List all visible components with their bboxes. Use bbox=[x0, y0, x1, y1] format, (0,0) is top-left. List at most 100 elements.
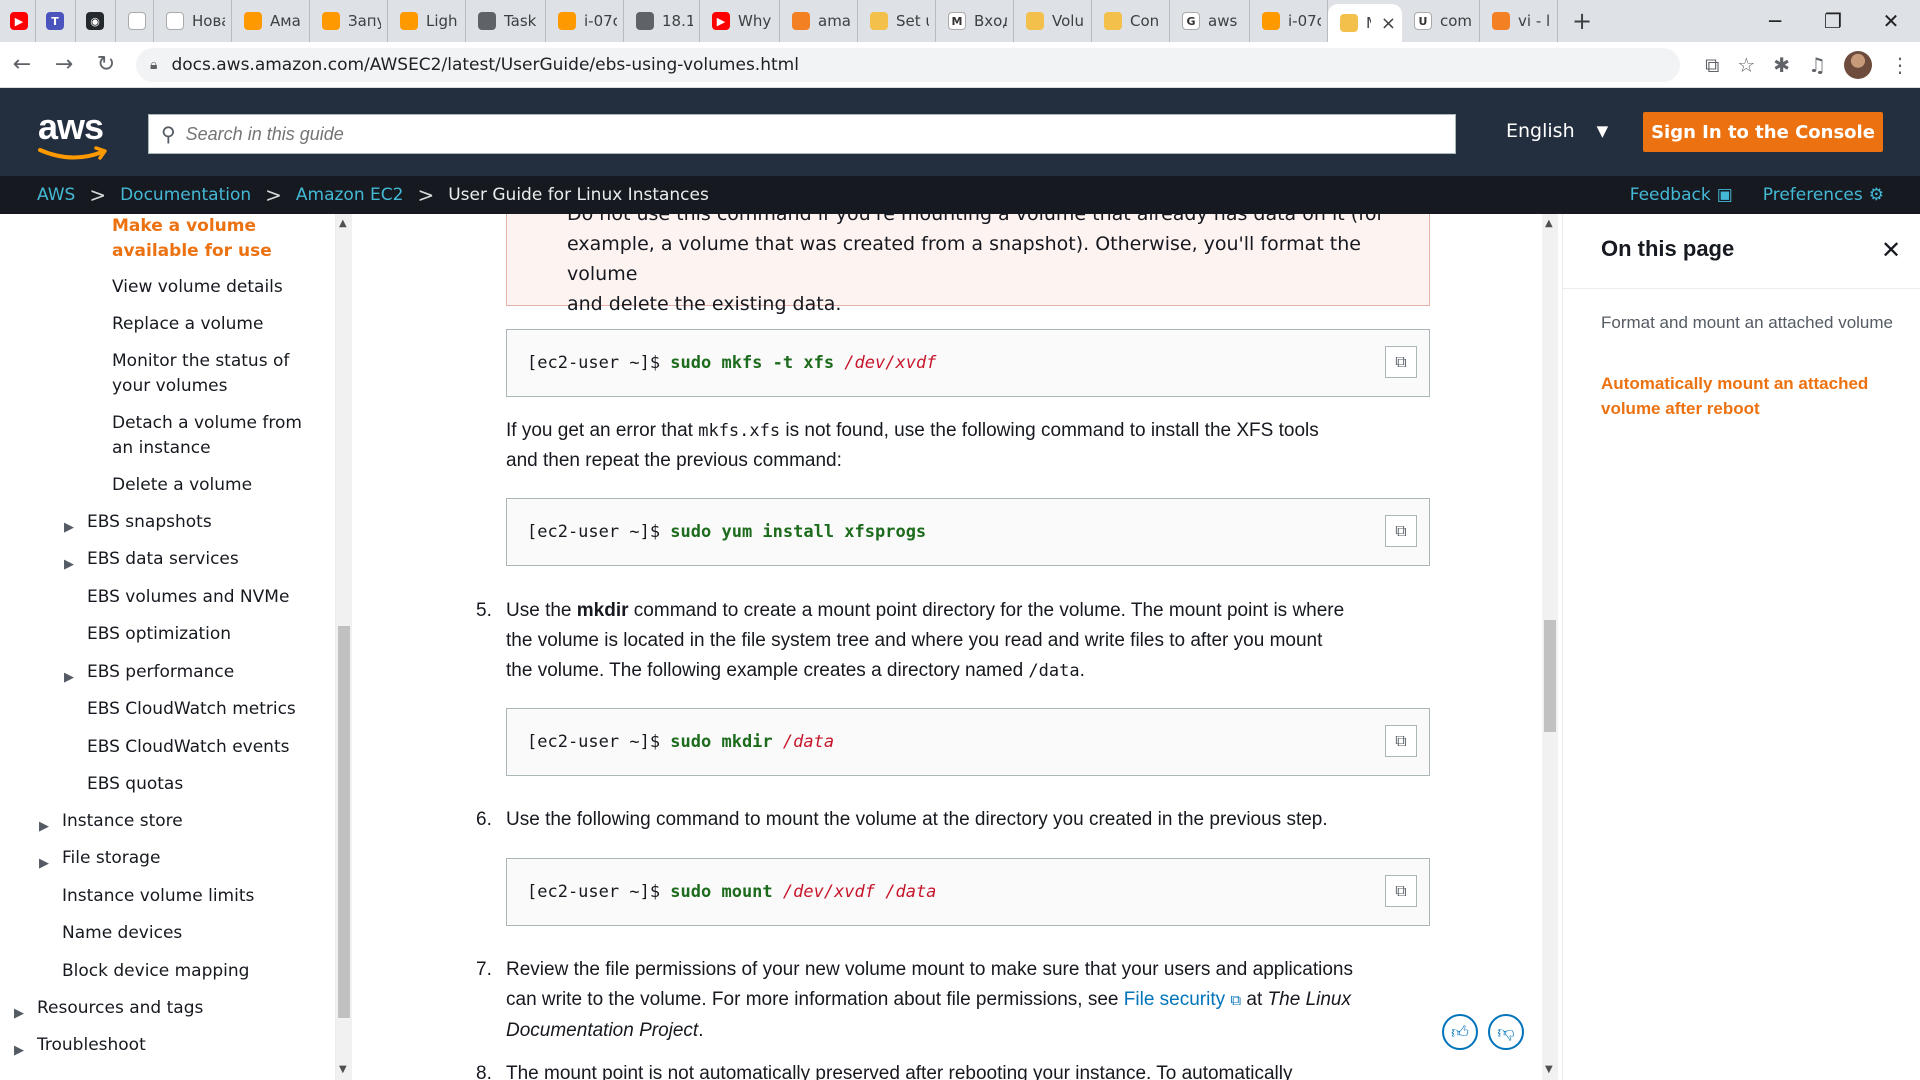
search-input[interactable] bbox=[185, 123, 1386, 145]
nav-item-name-devices[interactable]: Name devices bbox=[62, 921, 182, 946]
nav-item-ebs-cloudwatch-events[interactable]: EBS CloudWatch events bbox=[87, 735, 289, 760]
tab-label: Set u bbox=[896, 12, 929, 30]
bookmark-star-icon[interactable]: ☆ bbox=[1737, 53, 1755, 77]
nav-item-troubleshoot[interactable]: ▶ Troubleshoot bbox=[14, 1033, 146, 1058]
browser-tab[interactable]: Ucom bbox=[1402, 0, 1480, 42]
preferences-link[interactable]: Preferences ⚙ bbox=[1763, 185, 1884, 205]
browser-tab[interactable]: ama bbox=[780, 0, 858, 42]
expand-triangle-icon: ▶ bbox=[64, 557, 74, 572]
gear-icon: ⚙ bbox=[1868, 185, 1884, 205]
scroll-up-icon[interactable]: ▲ bbox=[339, 218, 347, 229]
browser-tab[interactable]: Ligh bbox=[388, 0, 466, 42]
browser-tab[interactable]: Gaws bbox=[1170, 0, 1250, 42]
menu-kebab-icon[interactable]: ⋮ bbox=[1890, 53, 1910, 77]
browser-tab[interactable]: Con bbox=[1092, 0, 1170, 42]
copy-code-button[interactable]: ⧉ bbox=[1385, 875, 1417, 907]
nav-item-replace-volume[interactable]: Replace a volume bbox=[112, 312, 263, 337]
browser-tab[interactable]: M× bbox=[1328, 4, 1402, 42]
browser-tab[interactable]: Set u bbox=[858, 0, 936, 42]
copy-code-button[interactable]: ⧉ bbox=[1385, 515, 1417, 547]
close-window-icon[interactable]: ✕ bbox=[1862, 0, 1920, 42]
nav-item-ebs-data-services[interactable]: ▶ EBS data services bbox=[64, 547, 239, 572]
back-icon[interactable]: ← bbox=[2, 45, 42, 85]
nav-item-ebs-performance[interactable]: ▶ EBS performance bbox=[64, 660, 234, 685]
nav-item-monitor-volume-status[interactable]: Monitor the status of your volumes bbox=[112, 349, 289, 399]
scroll-down-icon[interactable]: ▼ bbox=[1545, 1064, 1553, 1075]
nav-item-ebs-cloudwatch-metrics[interactable]: EBS CloudWatch metrics bbox=[87, 697, 296, 722]
copy-code-button[interactable]: ⧉ bbox=[1385, 346, 1417, 378]
nav-item-ebs-volumes-nvme[interactable]: EBS volumes and NVMe bbox=[87, 585, 289, 610]
nav-item-resources-and-tags[interactable]: ▶ Resources and tags bbox=[14, 996, 203, 1021]
browser-tab[interactable]: i-07c bbox=[546, 0, 624, 42]
minimize-icon[interactable]: ─ bbox=[1746, 0, 1804, 42]
browser-tab[interactable]: Ама bbox=[232, 0, 310, 42]
feedback-link[interactable]: Feedback ▣ bbox=[1630, 185, 1733, 205]
nav-item-delete-volume[interactable]: Delete a volume bbox=[112, 473, 252, 498]
media-control-icon[interactable]: ♫ bbox=[1808, 53, 1826, 77]
file-security-link[interactable]: File security ⧉ bbox=[1124, 989, 1241, 1010]
copy-code-button[interactable]: ⧉ bbox=[1385, 725, 1417, 757]
browser-tab[interactable]: ▶ bbox=[0, 0, 36, 42]
nav-item-instance-volume-limits[interactable]: Instance volume limits bbox=[62, 884, 254, 909]
translate-icon[interactable]: ⧉ bbox=[1705, 53, 1719, 77]
language-selector[interactable]: English ▼ bbox=[1506, 120, 1608, 142]
browser-tab[interactable]: ДЗ bbox=[116, 0, 154, 42]
breadcrumb-documentation[interactable]: Documentation bbox=[120, 185, 251, 205]
browser-tab[interactable]: 18.1 bbox=[624, 0, 700, 42]
feedback-label: Feedback bbox=[1629, 185, 1711, 205]
main-scrollbar[interactable]: ▲ ▼ bbox=[1542, 214, 1558, 1080]
browser-tab[interactable]: ◉ bbox=[76, 0, 116, 42]
new-tab-icon[interactable]: + bbox=[1572, 7, 1592, 35]
browser-tab[interactable]: Запу bbox=[310, 0, 388, 42]
nav-item-file-storage[interactable]: ▶ File storage bbox=[39, 846, 160, 871]
browser-tab[interactable]: Task bbox=[466, 0, 546, 42]
browser-tab[interactable]: Volu bbox=[1014, 0, 1092, 42]
breadcrumb-amazon-ec2[interactable]: Amazon EC2 bbox=[296, 185, 404, 205]
nav-item-ebs-optimization[interactable]: EBS optimization bbox=[87, 622, 231, 647]
url-field[interactable]: 🔒︎ docs.aws.amazon.com/AWSEC2/latest/Use… bbox=[136, 48, 1680, 82]
scrollbar-thumb[interactable] bbox=[338, 626, 350, 1018]
browser-tab[interactable]: vi - l bbox=[1480, 0, 1558, 42]
close-panel-icon[interactable]: ✕ bbox=[1881, 236, 1901, 264]
maximize-icon[interactable]: ❐ bbox=[1804, 0, 1862, 42]
nav-item-make-volume-available[interactable]: Make a volume available for use bbox=[112, 214, 272, 264]
scroll-down-icon[interactable]: ▼ bbox=[339, 1064, 347, 1075]
toc-link-automatically-mount[interactable]: Automatically mount an attached volume a… bbox=[1601, 371, 1901, 421]
extensions-icon[interactable]: ✱ bbox=[1773, 53, 1790, 77]
forward-icon[interactable]: → bbox=[44, 45, 84, 85]
step-number-8: 8. bbox=[476, 1063, 492, 1080]
thumbs-down-button[interactable]: 👎︎ bbox=[1488, 1014, 1524, 1050]
toolbar-actions: ⧉ ☆ ✱ ♫ ⋮ bbox=[1705, 48, 1910, 82]
nav-item-ebs-snapshots[interactable]: ▶ EBS snapshots bbox=[64, 510, 212, 535]
tab-favicon-icon bbox=[1492, 12, 1510, 30]
browser-tab[interactable]: ▶ Why bbox=[700, 0, 780, 42]
browser-tab[interactable]: M Вход bbox=[936, 0, 1014, 42]
close-tab-icon[interactable]: × bbox=[1381, 13, 1396, 34]
warning-line: Do not use this command if you're mounti… bbox=[567, 214, 1385, 225]
nav-label: Resources and tags bbox=[37, 998, 204, 1018]
nav-label: Make a volume bbox=[112, 216, 257, 236]
preferences-label: Preferences bbox=[1762, 185, 1863, 205]
nav-item-view-volume-details[interactable]: View volume details bbox=[112, 275, 283, 300]
toc-link-format-and-mount[interactable]: Format and mount an attached volume bbox=[1601, 310, 1901, 335]
tab-list: ▶ T ◉ ДЗ Новая вк Ама Запу Ligh Task i-07c 18.1 ▶ Wh… bbox=[0, 0, 1592, 42]
nav-item-ebs-quotas[interactable]: EBS quotas bbox=[87, 772, 183, 797]
nav-item-block-device-mapping[interactable]: Block device mapping bbox=[62, 959, 249, 984]
step-5-text: Use the mkdir command to create a mount … bbox=[506, 596, 1436, 686]
tab-favicon-icon: ◉ bbox=[86, 12, 104, 30]
sign-in-console-button[interactable]: Sign In to the Console bbox=[1643, 112, 1883, 152]
aws-logo[interactable]: aws bbox=[38, 106, 110, 160]
browser-tab[interactable]: Новая вк bbox=[154, 0, 232, 42]
scrollbar-thumb[interactable] bbox=[1544, 620, 1556, 732]
browser-tab[interactable]: T bbox=[36, 0, 76, 42]
browser-tab[interactable]: i-07c bbox=[1250, 0, 1328, 42]
nav-label: Detach a volume from bbox=[112, 413, 302, 433]
profile-avatar[interactable] bbox=[1844, 51, 1872, 79]
nav-item-instance-store[interactable]: ▶ Instance store bbox=[39, 809, 183, 834]
left-nav-scrollbar[interactable]: ▲ ▼ bbox=[336, 214, 352, 1080]
reload-icon[interactable]: ↻ bbox=[86, 45, 126, 85]
thumbs-up-button[interactable]: 👍︎ bbox=[1442, 1014, 1478, 1050]
nav-item-detach-volume[interactable]: Detach a volume from an instance bbox=[112, 411, 302, 461]
breadcrumb-aws[interactable]: AWS bbox=[37, 185, 75, 205]
scroll-up-icon[interactable]: ▲ bbox=[1545, 218, 1553, 229]
